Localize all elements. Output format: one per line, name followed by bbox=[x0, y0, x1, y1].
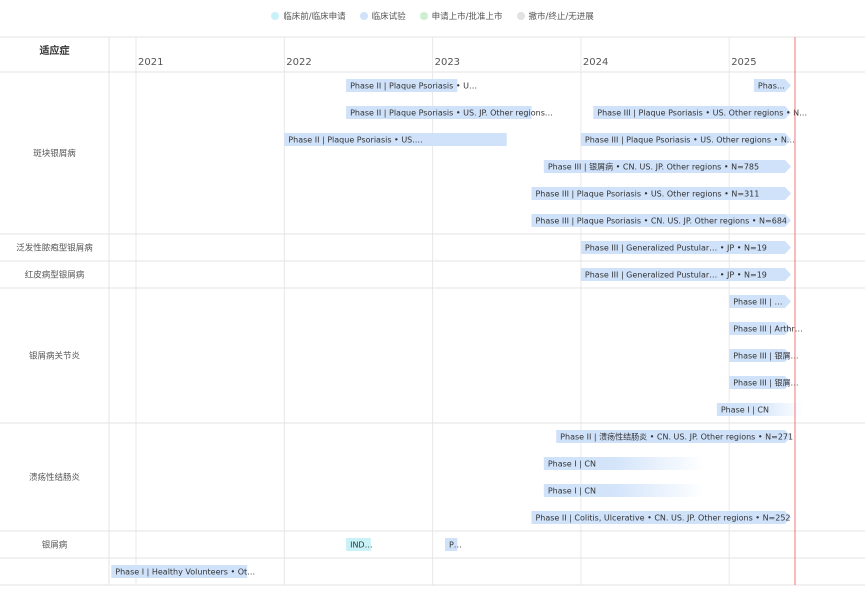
pipeline-bar-label: IND… bbox=[350, 541, 373, 550]
pipeline-bar-label: Phase II | Plaque Psoriasis • US. JP. Ot… bbox=[350, 109, 553, 118]
pipeline-bar[interactable]: Phase II | Plaque Psoriasis • US.… bbox=[284, 133, 507, 146]
pipeline-bar-label: Phase III | Arthr… bbox=[733, 325, 803, 334]
pipeline-bar-label: Phase I | CN bbox=[548, 460, 596, 469]
year-tick-label: 2025 bbox=[731, 57, 756, 68]
pipeline-bar[interactable]: Phase III | 银屑病 • CN. US. JP. Other regi… bbox=[543, 160, 791, 173]
pipeline-gantt-chart: 适应症 2021 2022 2023 2024 2025 斑块银屑病泛发性脓疱型银屑病红皮病… bbox=[0, 36, 865, 586]
pipeline-bar[interactable]: Phase III | Arthr… bbox=[729, 322, 803, 335]
pipeline-bar-label: Phase III | Generalized Pustular… • JP •… bbox=[585, 244, 767, 253]
indication-row-label: 溃疡性结肠炎 bbox=[29, 472, 81, 483]
pipeline-bar-label: Phase I | CN bbox=[721, 406, 769, 415]
indication-row-label: 斑块银屑病 bbox=[33, 148, 76, 159]
pipeline-bar[interactable]: P… bbox=[444, 538, 462, 551]
pipeline-bar-label: Phase II | Plaque Psoriasis • U… bbox=[350, 82, 477, 91]
pipeline-bar[interactable]: Phase III | Generalized Pustular… • JP •… bbox=[580, 268, 791, 281]
year-tick-label: 2023 bbox=[435, 57, 460, 68]
pipeline-bar-label: Phase III | 银屑… bbox=[733, 378, 798, 388]
indication-column-header: 适应症 bbox=[40, 44, 70, 57]
year-tick-label: 2024 bbox=[583, 57, 608, 68]
pipeline-bar[interactable]: Phase III | 银屑… bbox=[729, 349, 798, 362]
grid-layer bbox=[0, 36, 865, 586]
indication-row-label: 泛发性脓疱型银屑病 bbox=[16, 243, 93, 254]
pipeline-bar[interactable]: Phase III | Plaque Psoriasis • US. Other… bbox=[580, 133, 795, 146]
indication-row-label: 银屑病关节炎 bbox=[29, 351, 81, 362]
pipeline-bar-label: Phase III | Plaque Psoriasis • US. Other… bbox=[585, 136, 795, 145]
pipeline-bar[interactable]: Phase I | CN bbox=[716, 403, 804, 416]
pipeline-bar[interactable]: Phase II | Plaque Psoriasis • U… bbox=[346, 79, 477, 92]
pipeline-bar-label: Phase I | Healthy Volunteers • Ot… bbox=[115, 568, 255, 577]
pipeline-bar[interactable]: Phase I | Healthy Volunteers • Ot… bbox=[111, 565, 255, 578]
pipeline-bar-label: P… bbox=[449, 541, 462, 550]
pipeline-bar-label: Phase III | 银屑… bbox=[733, 351, 798, 361]
row-labels: 适应症 2021 2022 2023 2024 2025 斑块银屑病泛发性脓疱型银屑病红皮病… bbox=[16, 44, 756, 551]
pipeline-bar[interactable]: IND… bbox=[346, 538, 373, 551]
pipeline-bar-label: Phase III | Plaque Psoriasis • US. Other… bbox=[535, 190, 759, 199]
indication-row-label: 红皮病型银屑病 bbox=[25, 270, 85, 281]
pipeline-bar[interactable]: Phas… bbox=[753, 79, 791, 92]
year-tick-label: 2021 bbox=[138, 57, 163, 68]
indication-row-label: 银屑病 bbox=[42, 540, 68, 551]
pipeline-bar-label: Phase II | Plaque Psoriasis • US.… bbox=[288, 136, 423, 145]
pipeline-bar[interactable]: Phase III | 银屑… bbox=[729, 376, 798, 389]
pipeline-bar[interactable]: Phase III | Plaque Psoriasis • US. Other… bbox=[531, 187, 791, 200]
year-tick-label: 2022 bbox=[286, 57, 311, 68]
pipeline-bar[interactable]: Phase III | … bbox=[729, 295, 791, 308]
bars: Phase II | Plaque Psoriasis • U… Phas… Pha… bbox=[111, 79, 807, 578]
pipeline-bar-label: Phase III | … bbox=[733, 298, 782, 307]
pipeline-bar-label: Phas… bbox=[758, 82, 785, 91]
pipeline-bar[interactable]: Phase II | Plaque Psoriasis • US. JP. Ot… bbox=[346, 106, 553, 119]
pipeline-bar-label: Phase I | CN bbox=[548, 487, 596, 496]
pipeline-bar-label: Phase III | Generalized Pustular… • JP •… bbox=[585, 271, 767, 280]
pipeline-bar[interactable]: Phase III | Plaque Psoriasis • US. Other… bbox=[593, 106, 807, 119]
pipeline-bar[interactable]: Phase I | CN bbox=[543, 457, 705, 470]
pipeline-bar[interactable]: Phase III | Plaque Psoriasis • CN. US. J… bbox=[531, 214, 791, 227]
pipeline-bar-label: Phase II | Colitis, Ulcerative • CN. US.… bbox=[535, 514, 790, 523]
pipeline-bar-label: Phase III | Plaque Psoriasis • US. Other… bbox=[597, 109, 807, 118]
pipeline-bar-label: Phase III | Plaque Psoriasis • CN. US. J… bbox=[535, 217, 787, 226]
pipeline-bar[interactable]: Phase I | CN bbox=[543, 484, 705, 497]
pipeline-bar[interactable]: Phase II | 溃疡性结肠炎 • CN. US. JP. Other re… bbox=[556, 430, 793, 443]
pipeline-bar-label: Phase II | 溃疡性结肠炎 • CN. US. JP. Other re… bbox=[560, 432, 793, 442]
pipeline-bar[interactable]: Phase II | Colitis, Ulcerative • CN. US.… bbox=[531, 511, 791, 524]
pipeline-bar[interactable]: Phase III | Generalized Pustular… • JP •… bbox=[580, 241, 791, 254]
pipeline-bar-label: Phase III | 银屑病 • CN. US. JP. Other regi… bbox=[548, 162, 759, 172]
